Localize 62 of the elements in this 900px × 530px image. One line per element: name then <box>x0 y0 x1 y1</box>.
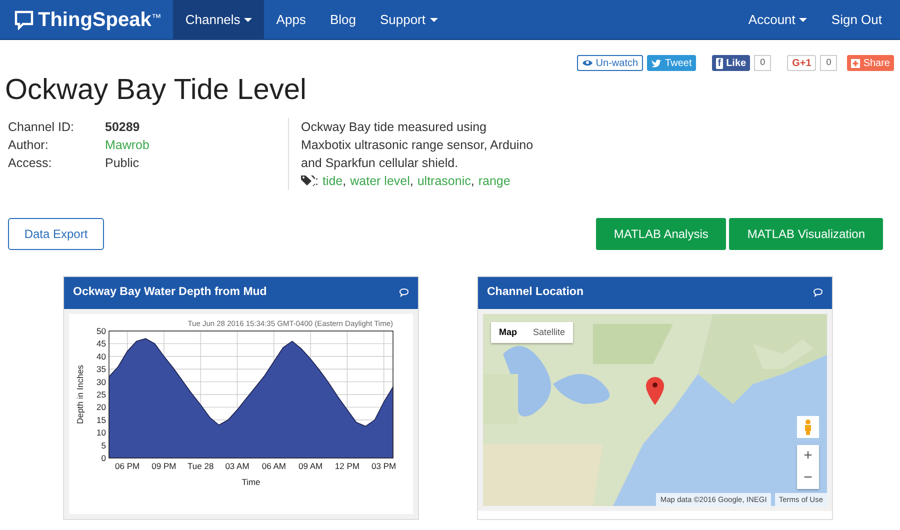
y-tick-label: 0 <box>101 452 106 463</box>
nav-link[interactable]: Apps <box>264 0 318 40</box>
y-tick-label: 45 <box>96 338 106 348</box>
zoom-out-button[interactable]: − <box>797 466 819 489</box>
tags-separator: : <box>315 172 318 190</box>
nav-link[interactable]: Channels <box>173 0 264 40</box>
comment-icon[interactable] <box>399 288 409 298</box>
nav-link[interactable]: Blog <box>318 0 368 40</box>
zoom-in-button[interactable]: + <box>797 444 819 467</box>
field-label: Channel ID: <box>8 118 76 136</box>
action-button[interactable]: MATLAB Analysis <box>596 218 726 250</box>
x-tick-label: 03 PM <box>372 460 396 471</box>
y-tick-label: 30 <box>96 376 106 387</box>
x-tick-label: 03 AM <box>225 460 250 471</box>
channel-title: Ockway Bay Tide Level <box>4 73 308 108</box>
x-axis-title: Time <box>242 476 260 487</box>
tags-icon <box>301 175 315 186</box>
action-button[interactable]: MATLAB Visualization <box>729 218 883 250</box>
count-label: 0 <box>754 55 772 71</box>
x-tick-label: 12 PM <box>334 460 360 471</box>
action-button[interactable]: Data Export <box>8 218 104 250</box>
channel-description: Ockway Bay tide measured using Maxbotix ultrasonic range sensor, Arduino and Sparkfun cellular shield. <box>301 118 534 172</box>
chat-bubble-icon <box>14 10 34 30</box>
nav-link[interactable]: Support <box>368 0 450 40</box>
count-label: 0 <box>820 55 838 71</box>
y-tick-label: 50 <box>96 326 106 336</box>
gplus-button[interactable]: G+1 <box>787 55 816 71</box>
nav-link[interactable]: Sign Out <box>819 0 894 40</box>
y-tick-label: 20 <box>96 402 106 412</box>
nav-link[interactable]: Account <box>736 0 820 40</box>
y-tick-label: 35 <box>96 364 106 374</box>
y-tick-label: 10 <box>96 427 106 438</box>
map-type-tab[interactable]: Map <box>491 322 525 344</box>
pegman-icon <box>804 418 812 435</box>
eye-icon <box>582 59 593 67</box>
field-label: Access: <box>8 154 53 172</box>
y-tick-label: 40 <box>96 351 106 362</box>
field-label: Author: <box>8 136 50 154</box>
x-tick-label: 09 AM <box>298 460 323 471</box>
x-tick-label: Tue 28 <box>188 460 214 471</box>
map-type-tab[interactable]: Satellite <box>525 322 574 344</box>
y-axis-title: Depth in Inches <box>75 364 85 424</box>
like-button[interactable]: f Like <box>712 55 750 71</box>
y-tick-label: 5 <box>101 440 106 450</box>
facebook-icon: f <box>716 58 724 68</box>
widget-title: Channel Location <box>487 285 584 300</box>
watch-button[interactable]: Un-watch <box>576 55 644 71</box>
map-pin-icon[interactable] <box>646 376 664 405</box>
comma-separator: , <box>410 172 414 190</box>
x-tick-label: 06 AM <box>262 460 286 471</box>
y-tick-label: 25 <box>96 389 106 400</box>
field-value: 50289 <box>105 118 140 136</box>
comment-icon[interactable] <box>813 288 823 298</box>
x-tick-label: 06 PM <box>115 460 140 471</box>
bird-icon <box>651 58 662 68</box>
comma-separator: , <box>470 172 474 190</box>
widget-title: Ockway Bay Water Depth from Mud <box>73 285 267 300</box>
comma-separator: , <box>342 172 346 190</box>
field-value: Public <box>105 154 140 172</box>
brand-link[interactable]: ThingSpeak$^{™}$ <box>34 4 174 34</box>
y-tick-label: 15 <box>96 414 106 425</box>
x-tick-label: 09 PM <box>152 460 176 471</box>
